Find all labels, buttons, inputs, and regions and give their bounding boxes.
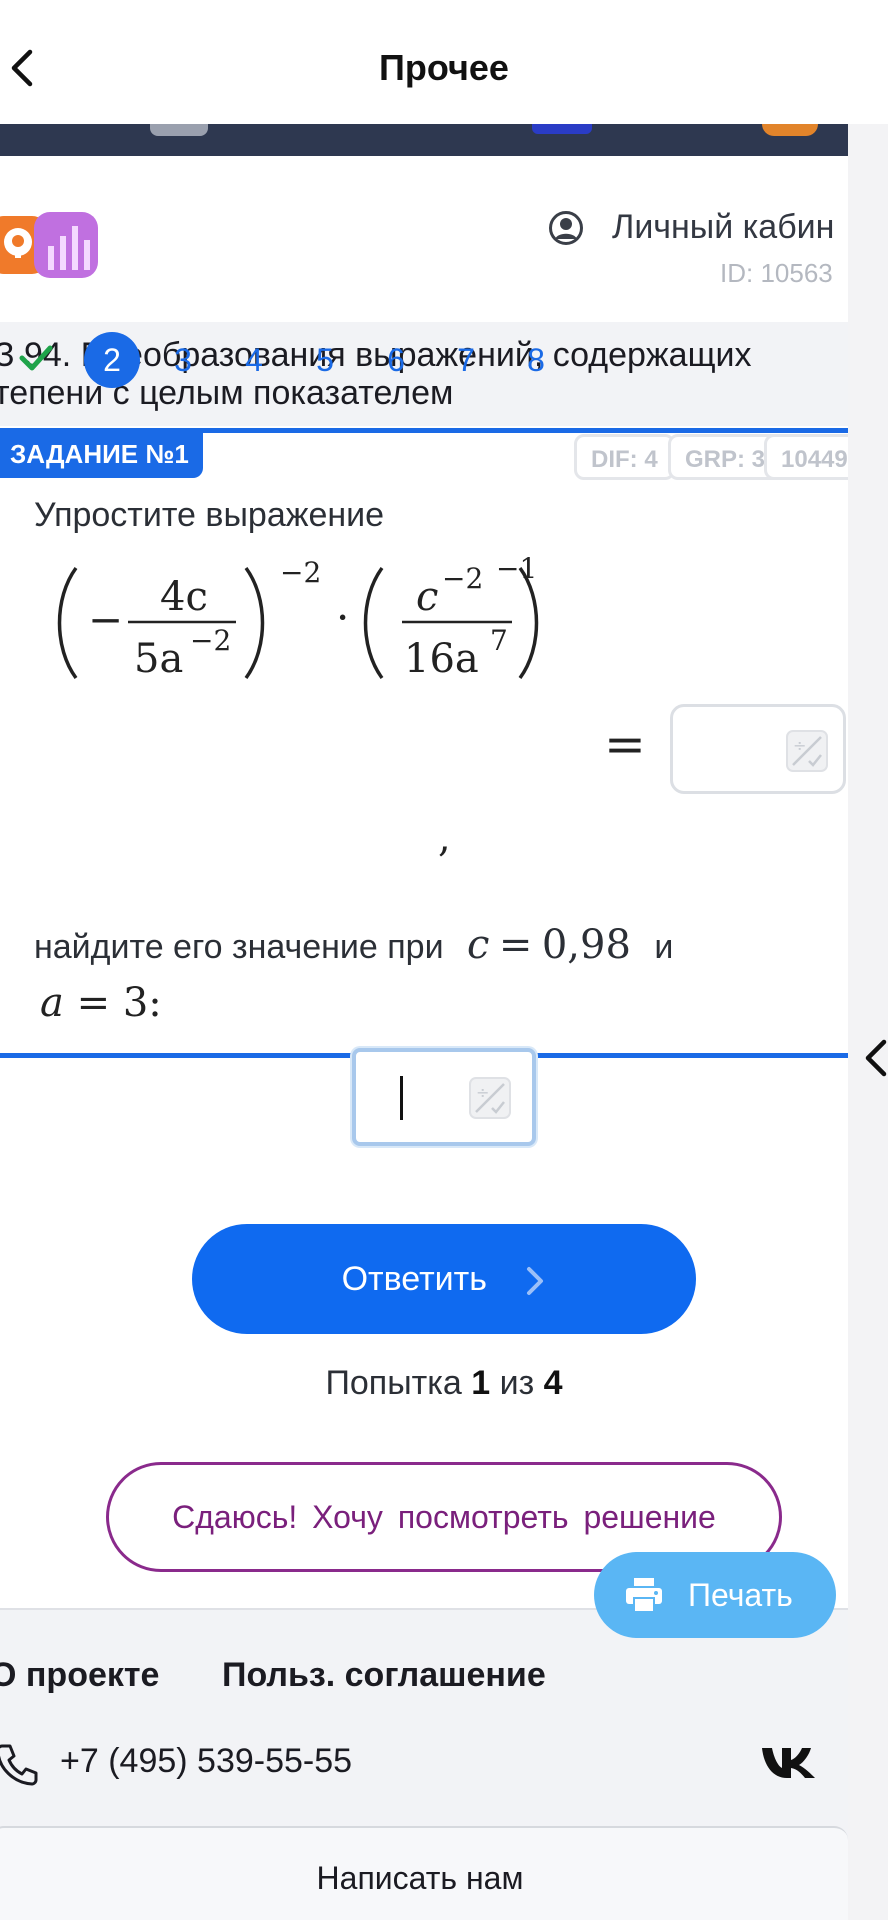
- write-us-button[interactable]: Написать нам: [0, 1826, 848, 1920]
- footer-about-link[interactable]: О проекте: [0, 1656, 159, 1695]
- site-logo[interactable]: [0, 212, 112, 278]
- formula-frac1-num: 4c: [160, 574, 208, 620]
- formula-comma: ,: [438, 815, 451, 861]
- printer-icon: [626, 1578, 662, 1613]
- account-link[interactable]: Личный кабин: [612, 208, 834, 247]
- and-word: и: [654, 928, 674, 966]
- user-circle-icon: [549, 211, 583, 245]
- top-nav-bar: Прочее: [0, 0, 888, 124]
- formula-dot: ·: [336, 593, 349, 642]
- find-value-prefix: найдите его значение при: [34, 928, 444, 966]
- calculator-icon[interactable]: ÷: [785, 729, 829, 773]
- print-label: Печать: [688, 1577, 793, 1613]
- answer-input-value[interactable]: ÷: [352, 1048, 536, 1146]
- side-panel-strip: [848, 124, 888, 1920]
- nav-title: Прочее: [379, 47, 509, 88]
- answer-input-expression[interactable]: ÷: [670, 704, 846, 794]
- task-label: ЗАДАНИЕ №1: [0, 430, 203, 478]
- page-item-5[interactable]: 5: [297, 332, 353, 388]
- formula-frac2-den: 16a: [404, 636, 479, 682]
- submit-button[interactable]: Ответить: [192, 1224, 696, 1334]
- formula-frac2-num-exp: −2: [442, 562, 483, 595]
- phone-icon: [0, 1744, 38, 1786]
- chip-dif: DIF: 4: [574, 434, 675, 480]
- page-item-2[interactable]: 2: [84, 332, 140, 388]
- chip-id: 10449: [764, 434, 848, 480]
- vk-icon[interactable]: [760, 1744, 818, 1780]
- print-button[interactable]: Печать: [594, 1552, 836, 1638]
- c-equals: =: [498, 922, 533, 968]
- check-icon[interactable]: [18, 340, 54, 374]
- a-equals: =: [76, 980, 111, 1026]
- webview-content: Личный кабин ID: 10563 З 94. Преобразова…: [0, 124, 848, 1920]
- formula-frac1-den-exp: −2: [190, 624, 231, 657]
- submit-label: Ответить: [341, 1260, 487, 1298]
- page-item-6[interactable]: 6: [368, 332, 424, 388]
- task-prompt: Упростите выражение: [34, 496, 385, 534]
- formula-outer-exp2: −1: [496, 552, 537, 585]
- user-id: ID: 10563: [720, 258, 833, 288]
- chevron-right-icon: [527, 1267, 544, 1296]
- footer-phone-link[interactable]: +7 (495) 539-55-55: [60, 1742, 352, 1781]
- a-value-text: a = 3:: [40, 980, 162, 1026]
- formula-minus: −: [88, 595, 123, 644]
- page-item-3[interactable]: 3: [155, 332, 211, 388]
- c-variable: c: [467, 922, 490, 968]
- attempt-counter: Попытка 1 из 4: [325, 1364, 563, 1402]
- page-item-8[interactable]: 8: [508, 332, 564, 388]
- footer-agreement-link[interactable]: Польз. соглашение: [222, 1656, 546, 1695]
- c-value: 0,98: [541, 922, 631, 968]
- page-item-4[interactable]: 4: [226, 332, 282, 388]
- find-value-text: найдите его значение при c = 0,98 и: [34, 922, 673, 968]
- a-variable: a: [40, 980, 64, 1026]
- task-formula: − 4c 5a −2 −2 · c −2 16a 7 −1: [57, 552, 539, 682]
- attempt-current: 1: [471, 1364, 491, 1402]
- page-item-7[interactable]: 7: [438, 332, 494, 388]
- attempt-total: 4: [543, 1364, 563, 1402]
- formula-frac1-den: 5a: [134, 636, 183, 682]
- text-cursor: [400, 1076, 403, 1120]
- formula-outer-exp1: −2: [280, 556, 321, 589]
- formula-frac2-num: c: [416, 574, 438, 620]
- collapse-chevron-icon[interactable]: [862, 1036, 888, 1080]
- a-value: 3:: [122, 980, 162, 1026]
- equals-sign: =: [604, 715, 646, 773]
- calculator-icon[interactable]: ÷: [468, 1076, 512, 1120]
- site-top-band: [0, 124, 848, 156]
- formula-frac2-den-exp: 7: [490, 624, 508, 657]
